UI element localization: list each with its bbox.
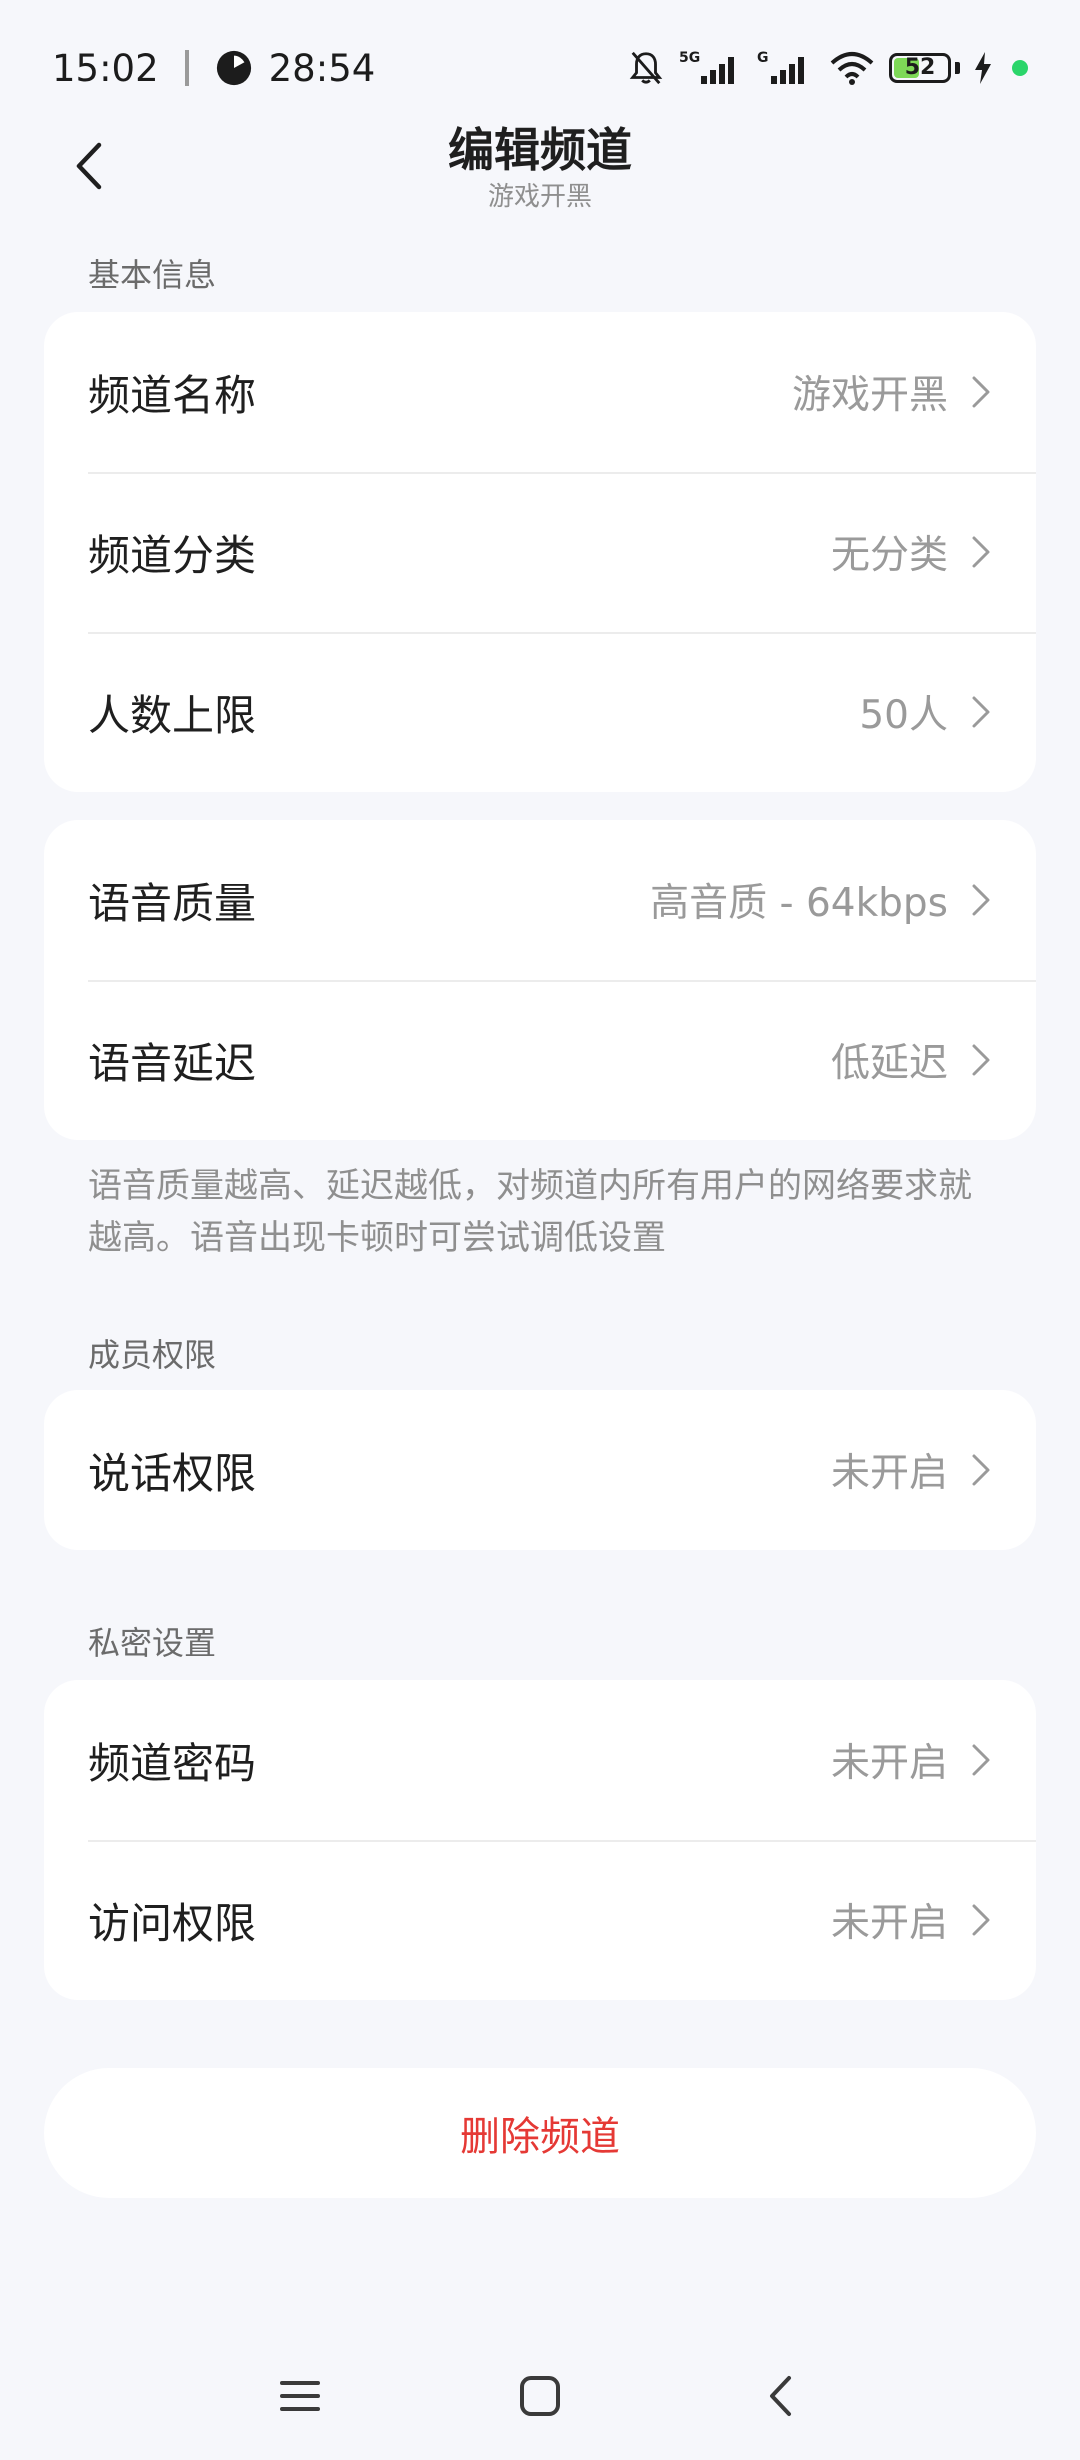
card-member-permissions: 说话权限 未开启 — [44, 1390, 1036, 1550]
row-value: 未开启 — [830, 1451, 948, 1496]
chevron-right-icon — [972, 1904, 990, 1936]
row-label: 频道密码 — [88, 1738, 257, 1788]
nav-home-button[interactable] — [510, 2366, 570, 2426]
row-value: 游戏开黑 — [791, 373, 948, 418]
status-right: 5G G 52 — [627, 48, 1028, 88]
chevron-right-icon — [972, 1744, 990, 1776]
chevron-right-icon — [972, 376, 990, 408]
battery-icon: 52 — [889, 53, 951, 83]
row-value: 高音质 - 64kbps — [650, 881, 948, 926]
system-nav-bar — [0, 2350, 1080, 2440]
status-timer: 28:54 — [268, 46, 376, 90]
chevron-right-icon — [972, 536, 990, 568]
battery-tip — [955, 62, 960, 74]
row-label: 人数上限 — [88, 690, 257, 740]
row-value: 50人 — [859, 693, 948, 738]
row-value: 未开启 — [830, 1901, 948, 1946]
voice-settings-note: 语音质量越高、延迟越低，对频道内所有用户的网络要求就越高。语音出现卡顿时可尝试调… — [88, 1166, 972, 1258]
card-basic-info: 频道名称 游戏开黑 频道分类 无分类 人数上限 50人 — [44, 312, 1036, 792]
row-label: 说话权限 — [88, 1448, 257, 1498]
wifi-icon — [830, 52, 874, 85]
row-label: 语音延迟 — [88, 1038, 257, 1088]
row-member-limit[interactable]: 人数上限 50人 — [44, 632, 1036, 792]
row-voice-quality[interactable]: 语音质量 高音质 - 64kbps — [44, 820, 1036, 980]
status-left: 15:02 28:54 — [52, 47, 375, 90]
row-label: 访问权限 — [88, 1898, 257, 1948]
signal-g-icon: G — [757, 50, 804, 84]
row-channel-category[interactable]: 频道分类 无分类 — [44, 472, 1036, 632]
row-label: 语音质量 — [88, 878, 257, 928]
mute-bell-icon — [629, 51, 663, 85]
section-label-basic: 基本信息 — [88, 256, 217, 294]
chevron-right-icon — [972, 884, 990, 916]
row-channel-name[interactable]: 频道名称 游戏开黑 — [44, 312, 1036, 472]
row-access-permission[interactable]: 访问权限 未开启 — [44, 1840, 1036, 2000]
signal-5g-label: 5G — [679, 50, 700, 66]
row-voice-latency[interactable]: 语音延迟 低延迟 — [44, 980, 1036, 1140]
row-value: 低延迟 — [830, 1041, 948, 1086]
chevron-right-icon — [972, 1044, 990, 1076]
card-privacy-settings: 频道密码 未开启 访问权限 未开启 — [44, 1680, 1036, 2000]
row-value: 无分类 — [830, 533, 948, 578]
privacy-indicator-dot — [1012, 60, 1028, 76]
row-speak-permission[interactable]: 说话权限 未开启 — [44, 1390, 1036, 1550]
menu-icon — [280, 2381, 320, 2411]
status-time: 15:02 — [52, 46, 159, 90]
battery-indicator: 52 — [889, 53, 960, 83]
section-label-members: 成员权限 — [88, 1336, 217, 1374]
delete-channel-button[interactable]: 删除频道 — [44, 2068, 1036, 2198]
nav-recents-button[interactable] — [270, 2366, 330, 2426]
chevron-right-icon — [972, 696, 990, 728]
card-voice-settings: 语音质量 高音质 - 64kbps 语音延迟 低延迟 — [44, 820, 1036, 1140]
row-channel-password[interactable]: 频道密码 未开启 — [44, 1680, 1036, 1840]
section-label-privacy: 私密设置 — [88, 1624, 217, 1662]
chevron-right-icon — [972, 1454, 990, 1486]
signal-g-label: G — [757, 50, 769, 66]
header: 编辑频道 游戏开黑 — [0, 110, 1080, 220]
back-arrow-icon — [770, 2376, 791, 2416]
row-value: 未开启 — [830, 1741, 948, 1786]
status-divider — [184, 50, 189, 86]
home-square-icon — [520, 2376, 560, 2416]
charging-bolt-icon — [975, 52, 991, 84]
battery-level: 52 — [904, 55, 936, 80]
page-title: 编辑频道 — [448, 123, 632, 177]
row-label: 频道名称 — [88, 370, 257, 420]
nav-back-button[interactable] — [750, 2366, 810, 2426]
page-subtitle: 游戏开黑 — [487, 182, 592, 212]
signal-5g-icon: 5G — [679, 50, 734, 84]
timer-icon — [216, 50, 251, 86]
row-label: 频道分类 — [88, 530, 257, 580]
